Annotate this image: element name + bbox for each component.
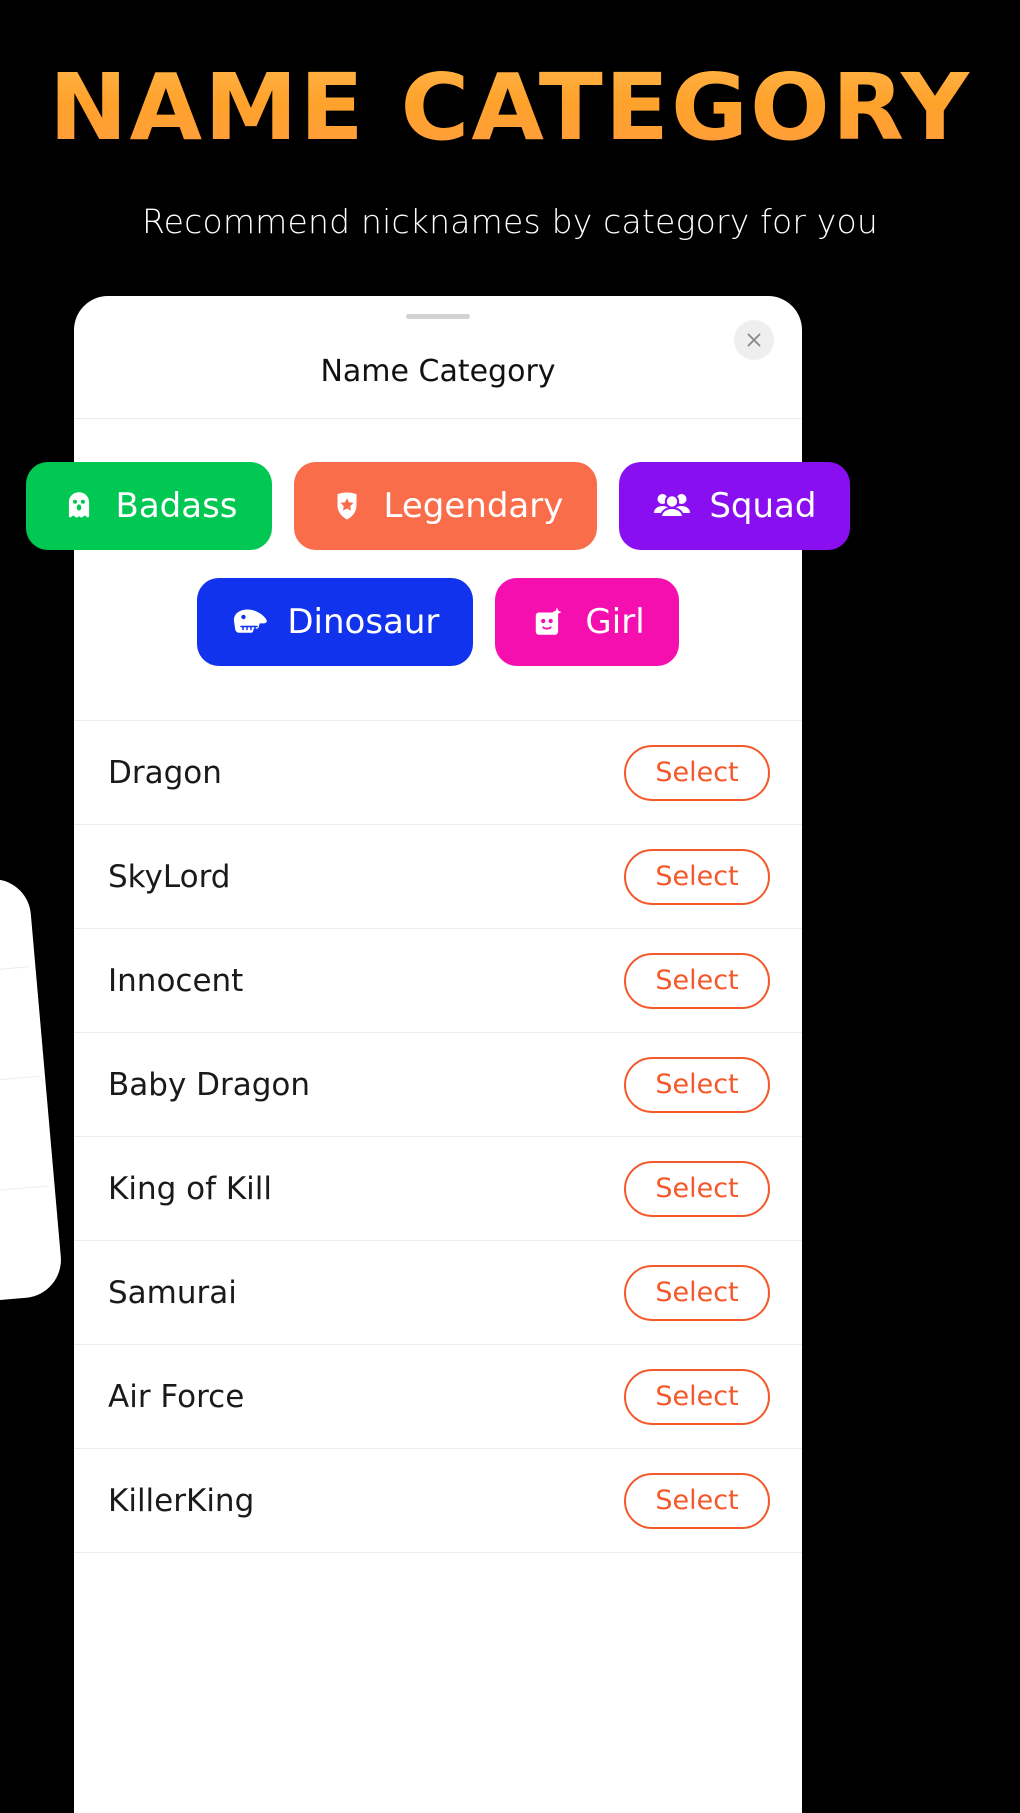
category-row-1: Badass Legendary Squad: [25, 462, 851, 550]
select-button[interactable]: Select: [624, 744, 770, 801]
category-chip-squad[interactable]: Squad: [619, 462, 851, 550]
category-chip-label: Badass: [115, 486, 238, 526]
category-filter-group: Badass Legendary Squad Dinosaur Girl: [25, 426, 851, 718]
list-item[interactable]: Innocent Select: [74, 929, 802, 1033]
header-divider: [74, 418, 802, 419]
category-chip-label: Dinosaur: [287, 602, 440, 642]
category-chip-label: Squad: [709, 486, 817, 526]
select-button[interactable]: Select: [624, 952, 770, 1009]
select-button[interactable]: Select: [624, 1368, 770, 1425]
hero-header: NAME CATEGORY Recommend nicknames by cat…: [0, 0, 1020, 242]
name-label: SkyLord: [108, 858, 231, 895]
name-category-sheet: Name Category Badass Legendary Squad Din…: [25, 296, 851, 1813]
drag-handle[interactable]: [406, 314, 470, 319]
select-button[interactable]: Select: [624, 1056, 770, 1113]
page-title: NAME CATEGORY: [0, 62, 1020, 154]
name-label: King of Kill: [108, 1170, 273, 1207]
name-label: Dragon: [108, 754, 222, 791]
sheet-title: Name Category: [320, 354, 556, 389]
list-item[interactable]: KillerKing Select: [74, 1449, 802, 1553]
category-chip-dinosaur[interactable]: Dinosaur: [197, 578, 474, 666]
list-item[interactable]: SkyLord Select: [74, 825, 802, 929]
name-label: Innocent: [108, 962, 244, 999]
background-card-peek: [0, 876, 65, 1304]
name-label: Samurai: [108, 1274, 237, 1311]
ghost-icon: [60, 487, 98, 525]
select-button[interactable]: Select: [624, 1264, 770, 1321]
select-button[interactable]: Select: [624, 1160, 770, 1217]
category-chip-legendary[interactable]: Legendary: [293, 462, 598, 550]
category-chip-label: Girl: [585, 602, 645, 642]
shield-star-icon: [328, 487, 366, 525]
list-item[interactable]: Samurai Select: [74, 1241, 802, 1345]
dinosaur-skull-icon: [231, 603, 269, 641]
select-button[interactable]: Select: [624, 848, 770, 905]
list-item[interactable]: Baby Dragon Select: [74, 1033, 802, 1137]
name-label: Baby Dragon: [108, 1066, 311, 1103]
people-group-icon: [653, 487, 691, 525]
category-row-2: Dinosaur Girl: [74, 578, 802, 666]
category-chip-label: Legendary: [383, 486, 564, 526]
name-list: Dragon Select SkyLord Select Innocent Se…: [74, 721, 802, 1813]
list-item[interactable]: Dragon Select: [74, 721, 802, 825]
list-item[interactable]: King of Kill Select: [74, 1137, 802, 1241]
close-icon: [747, 333, 761, 347]
name-label: KillerKing: [108, 1482, 255, 1519]
category-chip-girl[interactable]: Girl: [495, 578, 679, 666]
select-button[interactable]: Select: [624, 1472, 770, 1529]
list-item[interactable]: Air Force Select: [74, 1345, 802, 1449]
girl-avatar-icon: [529, 603, 567, 641]
category-chip-badass[interactable]: Badass: [25, 462, 272, 550]
name-label: Air Force: [108, 1378, 245, 1415]
page-subtitle: Recommend nicknames by category for you: [141, 202, 879, 241]
app-screen: NAME CATEGORY Recommend nicknames by cat…: [0, 0, 1020, 1813]
